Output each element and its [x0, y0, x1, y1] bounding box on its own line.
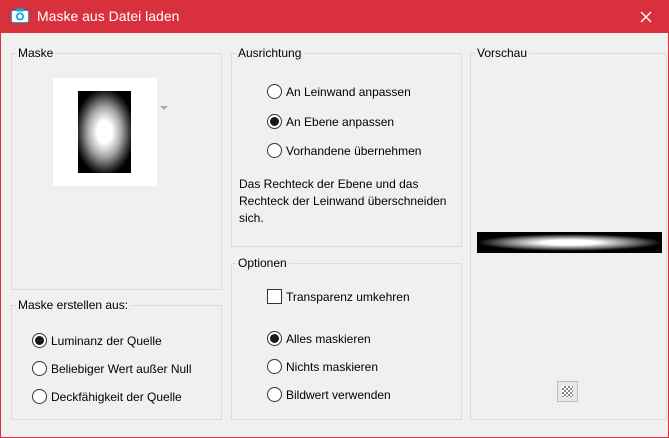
checkerboard-icon [562, 386, 573, 397]
close-button[interactable] [623, 0, 669, 33]
radio-label: Luminanz der Quelle [51, 333, 162, 348]
checkbox[interactable] [267, 289, 282, 304]
transparency-toggle-button[interactable] [557, 381, 578, 402]
window-title: Maske aus Datei laden [37, 8, 180, 24]
radio-button[interactable] [32, 389, 47, 404]
camera-icon [11, 8, 29, 23]
radio-label: Beliebiger Wert außer Null [51, 361, 192, 376]
maske-group-label: Maske [16, 46, 56, 60]
radio-button[interactable] [267, 84, 282, 99]
radio-button[interactable] [267, 143, 282, 158]
close-icon [640, 11, 652, 22]
radio-label: An Ebene anpassen [286, 114, 395, 129]
radio-bildwert[interactable]: Bildwert verwenden [267, 387, 391, 402]
optionen-label: Optionen [236, 256, 289, 270]
radio-luminanz[interactable]: Luminanz der Quelle [32, 333, 162, 348]
preview-image [477, 232, 662, 253]
ausrichtung-group: Ausrichtung An Leinwand anpassen An Eben… [231, 46, 462, 247]
maske-erstellen-label: Maske erstellen aus: [16, 298, 131, 312]
ausrichtung-label: Ausrichtung [236, 46, 304, 60]
radio-deckfaehigkeit[interactable]: Deckfähigkeit der Quelle [32, 389, 182, 404]
radio-selected-dot [270, 334, 279, 343]
radio-label: Alles maskieren [286, 331, 371, 346]
vorschau-group: Vorschau [470, 46, 667, 420]
optionen-group: Optionen Transparenz umkehren Alles mask… [231, 256, 462, 420]
radio-selected-dot [270, 117, 279, 126]
transparenz-umkehren-checkbox[interactable]: Transparenz umkehren [267, 289, 410, 304]
mask-thumbnail[interactable] [53, 78, 157, 186]
radio-button[interactable] [32, 333, 47, 348]
mask-image [78, 91, 131, 173]
radio-button[interactable] [32, 361, 47, 376]
dialog-body: Maske Maske erstellen aus: Luminanz der … [0, 33, 669, 438]
radio-alles-maskieren[interactable]: Alles maskieren [267, 331, 371, 346]
checkbox-label: Transparenz umkehren [286, 289, 410, 304]
radio-button[interactable] [267, 114, 282, 129]
radio-an-leinwand[interactable]: An Leinwand anpassen [267, 84, 411, 99]
title-bar: Maske aus Datei laden [0, 0, 669, 33]
preview-glow [477, 232, 662, 253]
radio-label: An Leinwand anpassen [286, 84, 411, 99]
vorschau-label: Vorschau [475, 46, 530, 60]
radio-beliebiger-wert[interactable]: Beliebiger Wert außer Null [32, 361, 192, 376]
chevron-down-icon[interactable] [160, 106, 168, 110]
radio-button[interactable] [267, 359, 282, 374]
radio-label: Nichts maskieren [286, 359, 379, 374]
maske-group: Maske [11, 46, 222, 290]
radio-button[interactable] [267, 387, 282, 402]
radio-label: Bildwert verwenden [286, 387, 391, 402]
radio-label: Deckfähigkeit der Quelle [51, 389, 182, 404]
radio-nichts-maskieren[interactable]: Nichts maskieren [267, 359, 378, 374]
radio-button[interactable] [267, 331, 282, 346]
maske-erstellen-group: Maske erstellen aus: Luminanz der Quelle… [11, 298, 222, 420]
radio-vorhandene[interactable]: Vorhandene übernehmen [267, 143, 421, 158]
radio-an-ebene[interactable]: An Ebene anpassen [267, 114, 394, 129]
radio-selected-dot [35, 336, 44, 345]
ausrichtung-description: Das Rechteck der Ebene und das Rechteck … [239, 177, 447, 225]
radio-label: Vorhandene übernehmen [286, 143, 422, 158]
